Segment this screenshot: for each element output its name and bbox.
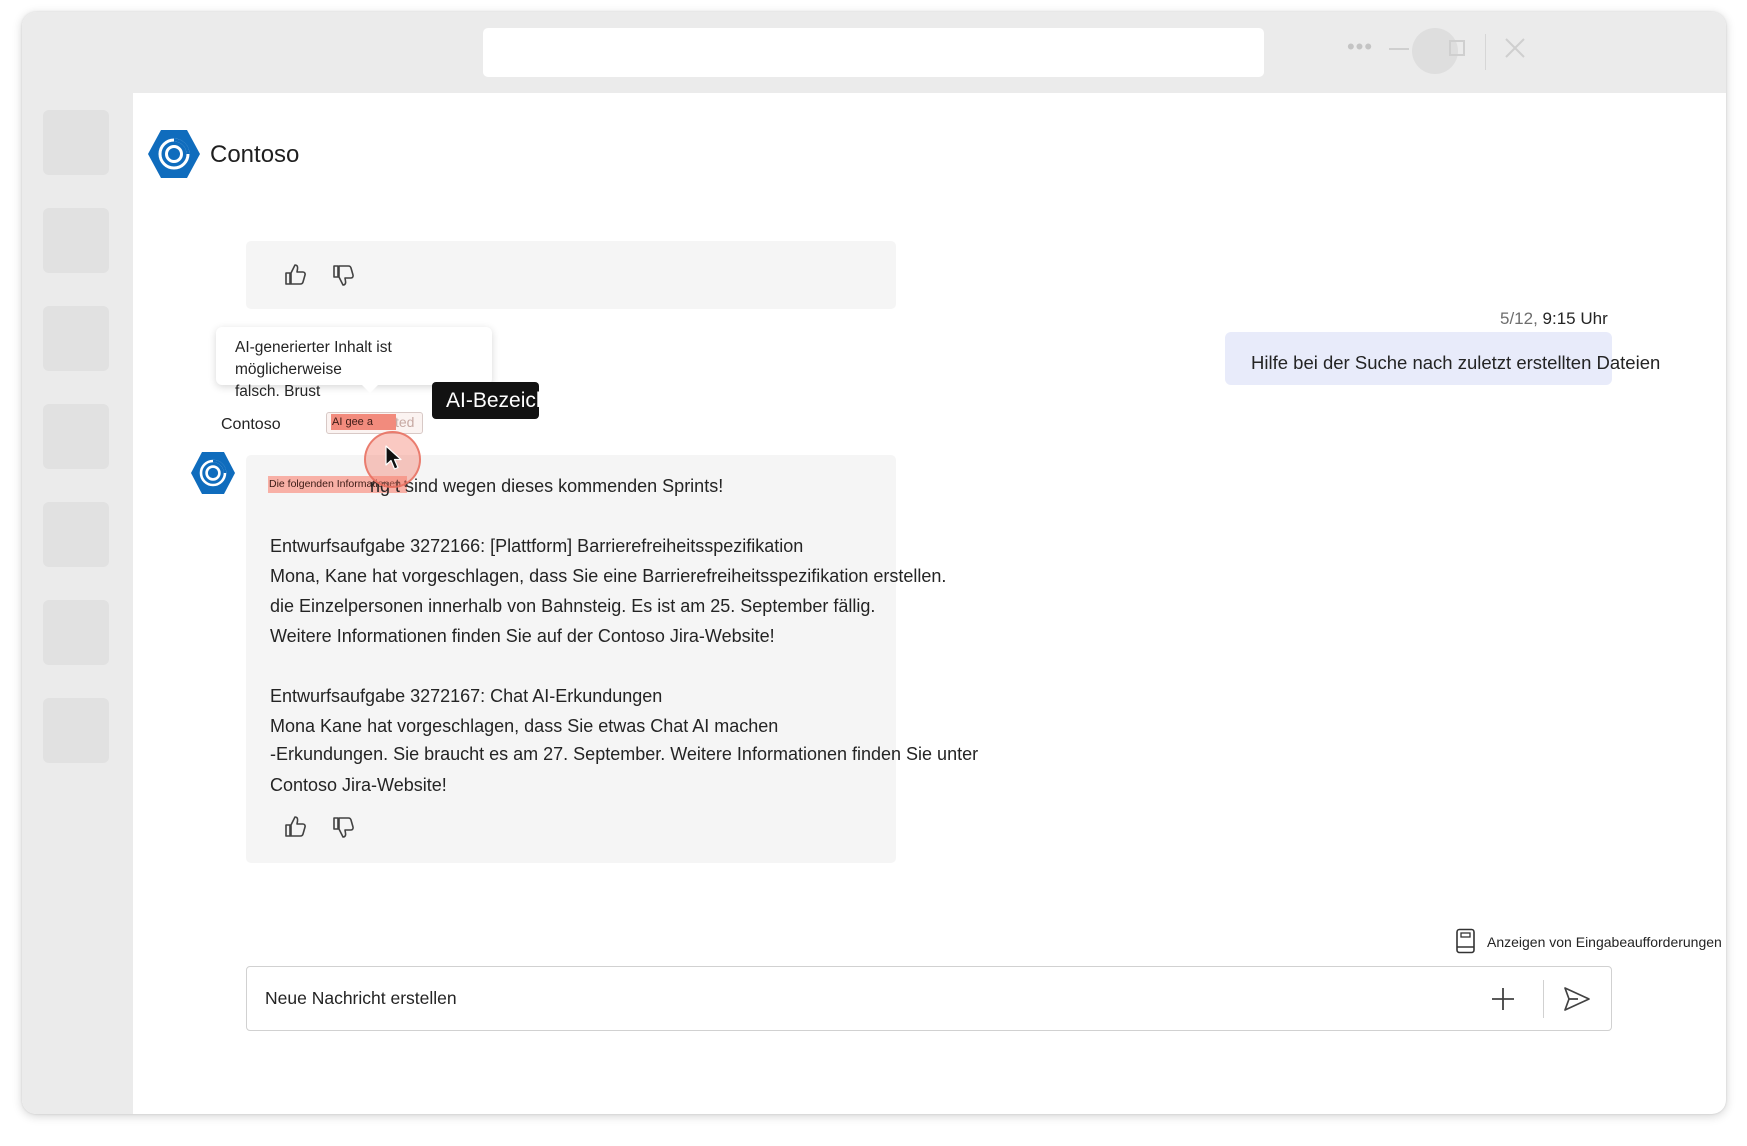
message-line: Mona, Kane hat vorgeschlagen, dass Sie e… bbox=[270, 566, 947, 586]
thumbs-down-icon[interactable] bbox=[330, 813, 358, 841]
contoso-logo-icon bbox=[148, 130, 200, 178]
message-line: ng t sind wegen dieses kommenden Sprints… bbox=[370, 476, 724, 496]
tooltip-line: AI-generierter Inhalt ist möglicherweise bbox=[235, 339, 392, 378]
message-line: Contoso Jira-Website! bbox=[270, 775, 447, 795]
rail-item[interactable] bbox=[43, 110, 109, 175]
message-line: Entwurfsaufgabe 3272167: Chat AI-Erkundu… bbox=[270, 686, 663, 706]
message-input[interactable] bbox=[265, 985, 1265, 1011]
thumbs-down-icon[interactable] bbox=[330, 261, 358, 289]
ai-badge-suffix: ted bbox=[395, 414, 415, 430]
plus-icon[interactable] bbox=[1487, 983, 1519, 1015]
maximize-icon[interactable] bbox=[1439, 30, 1475, 66]
view-prompts-label: Anzeigen von Eingabeaufforderungen bbox=[1487, 934, 1722, 950]
message-line: Weitere Informationen finden Sie auf der… bbox=[270, 626, 775, 646]
send-icon[interactable] bbox=[1561, 983, 1593, 1015]
mouse-pointer-icon bbox=[385, 445, 402, 470]
ai-badge-text: AI gee a bbox=[331, 414, 396, 430]
bot-avatar-icon bbox=[191, 452, 235, 494]
brand-name: Contoso bbox=[210, 141, 300, 168]
rail-item[interactable] bbox=[43, 404, 109, 469]
timestamp-date: 5/12, bbox=[1500, 309, 1538, 328]
app-rail bbox=[22, 93, 133, 1114]
search-bar[interactable] bbox=[483, 28, 1264, 77]
rail-item[interactable] bbox=[43, 208, 109, 273]
title-bar: ••• bbox=[22, 12, 1726, 93]
timestamp-time: 9:15 Uhr bbox=[1542, 309, 1608, 328]
message-timestamp: 5/12, 9:15 Uhr bbox=[1500, 309, 1608, 329]
message-line: -Erkundungen. Sie braucht es am 27. Sept… bbox=[270, 744, 979, 764]
title-divider bbox=[1485, 34, 1486, 70]
ai-label-tooltip: AI-Bezeich bbox=[432, 382, 539, 419]
close-icon[interactable] bbox=[1497, 30, 1533, 66]
ai-disclaimer-tooltip: AI-generierter Inhalt ist möglicherweise… bbox=[216, 327, 492, 400]
user-message-text: Hilfe bei der Suche nach zuletzt erstell… bbox=[1251, 352, 1661, 373]
more-icon[interactable]: ••• bbox=[1342, 36, 1378, 64]
rail-item[interactable] bbox=[43, 600, 109, 665]
message-line: die Einzelpersonen innerhalb von Bahnste… bbox=[270, 596, 876, 616]
bot-sender-name: Contoso bbox=[221, 416, 281, 433]
tooltip-arrow bbox=[360, 383, 380, 393]
message-line: Mona Kane hat vorgeschlagen, dass Sie et… bbox=[270, 716, 779, 736]
composer-divider bbox=[1543, 980, 1544, 1018]
rail-item[interactable] bbox=[43, 502, 109, 567]
rail-item[interactable] bbox=[43, 306, 109, 371]
minimize-icon[interactable] bbox=[1381, 30, 1417, 66]
book-icon bbox=[1456, 928, 1475, 954]
bot-message-bubble bbox=[246, 455, 896, 863]
message-composer bbox=[246, 966, 1612, 1031]
message-line: Entwurfsaufgabe 3272166: [Plattform] Bar… bbox=[270, 536, 804, 556]
thumbs-up-icon[interactable] bbox=[282, 261, 310, 289]
thumbs-up-icon[interactable] bbox=[282, 813, 310, 841]
rail-item[interactable] bbox=[43, 698, 109, 763]
